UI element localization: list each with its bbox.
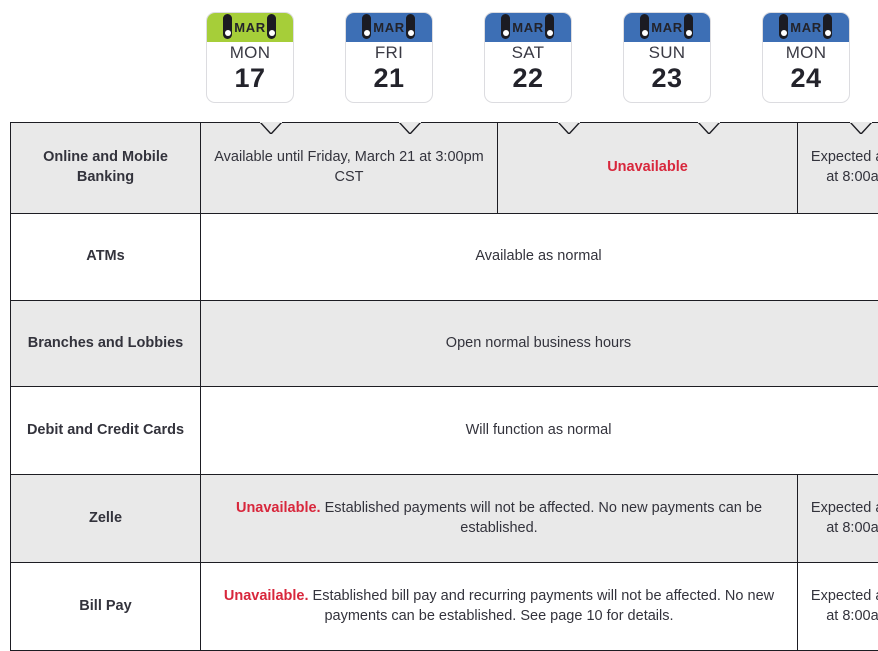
cell-bill-pay-status: Unavailable. Established bill pay and re… bbox=[201, 563, 798, 651]
calendar-card: MAR MON 24 bbox=[762, 12, 850, 103]
status-unavailable: Unavailable. bbox=[236, 500, 321, 516]
pointer-notch-mar22 bbox=[558, 122, 580, 134]
calendar-month-label: MAR bbox=[651, 20, 682, 35]
calendar-month-band: MAR bbox=[763, 13, 849, 42]
calendar-ring-right-icon bbox=[823, 14, 832, 39]
cell-text: Will function as normal bbox=[173, 421, 878, 441]
cell-cards-status: Will function as normal bbox=[201, 387, 878, 475]
table-row-debit-credit-cards: Debit and Credit Cards Will function as … bbox=[11, 387, 878, 475]
cell-text: Established payments will not be affecte… bbox=[321, 500, 762, 536]
cell-online-banking-mar24: Expected availablity at 8:00am CST bbox=[798, 123, 878, 214]
calendar-card: MAR SUN 23 bbox=[623, 12, 711, 103]
cell-text: Available as normal bbox=[173, 247, 878, 267]
row-label-branches-lobbies: Branches and Lobbies bbox=[11, 301, 201, 387]
calendar-ring-right-icon bbox=[684, 14, 693, 39]
calendar-icon-mar-21: MAR FRI 21 bbox=[345, 12, 433, 103]
calendar-month-band: MAR bbox=[346, 13, 432, 42]
status-unavailable: Unavailable. bbox=[224, 588, 309, 604]
cell-zelle-expected: Expected availablity at 8:00am CST bbox=[798, 475, 878, 563]
calendar-month-label: MAR bbox=[512, 20, 543, 35]
calendar-ring-left-icon bbox=[779, 14, 788, 39]
calendar-month-label: MAR bbox=[790, 20, 821, 35]
table-row-online-mobile-banking: Online and Mobile Banking bbox=[11, 123, 878, 214]
calendar-day-number: 21 bbox=[346, 63, 432, 94]
calendar-icon-mar-17: MAR MON 17 bbox=[206, 12, 294, 103]
pointer-notch-mar17 bbox=[260, 122, 282, 134]
calendar-ring-left-icon bbox=[501, 14, 510, 39]
row-label-bill-pay: Bill Pay bbox=[11, 563, 201, 651]
table-row-bill-pay: Bill Pay Unavailable. Established bill p… bbox=[11, 563, 878, 651]
pointer-notch-mar21 bbox=[399, 122, 421, 134]
calendar-ring-left-icon bbox=[223, 14, 232, 39]
pointer-notch-mar24 bbox=[850, 122, 872, 134]
cell-branches-status: Open normal business hours bbox=[201, 301, 878, 387]
cell-online-banking-mar17: Available until Friday, March 21 at 3:00… bbox=[201, 123, 498, 214]
calendar-icon-mar-22: MAR SAT 22 bbox=[484, 12, 572, 103]
cell-text: Available until Friday, March 21 at 3:00… bbox=[214, 149, 483, 185]
table-row-zelle: Zelle Unavailable. Established payments … bbox=[11, 475, 878, 563]
cell-text: Expected availablity at 8:00am CST bbox=[811, 149, 878, 185]
calendar-strip: MAR MON 17 MAR FRI 21 MAR bbox=[0, 0, 878, 118]
service-availability-infographic: MAR MON 17 MAR FRI 21 MAR bbox=[0, 0, 878, 580]
service-status-table: Online and Mobile Banking bbox=[10, 122, 878, 651]
status-unavailable: Unavailable bbox=[607, 159, 688, 175]
calendar-ring-left-icon bbox=[640, 14, 649, 39]
cell-atms-status: Available as normal bbox=[201, 214, 878, 301]
calendar-day-number: 24 bbox=[763, 63, 849, 94]
row-label-debit-credit-cards: Debit and Credit Cards bbox=[11, 387, 201, 475]
row-label-zelle: Zelle bbox=[11, 475, 201, 563]
calendar-ring-right-icon bbox=[545, 14, 554, 39]
calendar-card: MAR FRI 21 bbox=[345, 12, 433, 103]
calendar-day-number: 22 bbox=[485, 63, 571, 94]
table-row-branches-lobbies: Branches and Lobbies Open normal busines… bbox=[11, 301, 878, 387]
cell-zelle-status: Unavailable. Established payments will n… bbox=[201, 475, 798, 563]
calendar-weekday-label: SAT bbox=[485, 43, 571, 63]
cell-text: Expected availablity at 8:00am CST bbox=[811, 588, 878, 624]
calendar-card: MAR MON 17 bbox=[206, 12, 294, 103]
cell-text: Established bill pay and recurring payme… bbox=[309, 588, 775, 624]
calendar-ring-right-icon bbox=[406, 14, 415, 39]
calendar-weekday-label: SUN bbox=[624, 43, 710, 63]
calendar-icon-mar-24: MAR MON 24 bbox=[762, 12, 850, 103]
row-label-online-mobile-banking: Online and Mobile Banking bbox=[11, 123, 201, 214]
calendar-month-label: MAR bbox=[373, 20, 404, 35]
calendar-month-label: MAR bbox=[234, 20, 265, 35]
table-row-atms: ATMs Available as normal bbox=[11, 214, 878, 301]
cell-text: Open normal business hours bbox=[173, 334, 878, 354]
calendar-card: MAR SAT 22 bbox=[484, 12, 572, 103]
calendar-weekday-label: MON bbox=[763, 43, 849, 63]
calendar-month-band: MAR bbox=[207, 13, 293, 42]
calendar-month-band: MAR bbox=[624, 13, 710, 42]
calendar-day-number: 17 bbox=[207, 63, 293, 94]
cell-text: Expected availablity at 8:00am CST bbox=[811, 500, 878, 536]
calendar-ring-left-icon bbox=[362, 14, 371, 39]
row-label-atms: ATMs bbox=[11, 214, 201, 301]
cell-bill-pay-expected: Expected availablity at 8:00am CST bbox=[798, 563, 878, 651]
calendar-weekday-label: MON bbox=[207, 43, 293, 63]
pointer-notch-mar23 bbox=[698, 122, 720, 134]
calendar-ring-right-icon bbox=[267, 14, 276, 39]
cell-online-banking-weekend: Unavailable bbox=[498, 123, 798, 214]
calendar-weekday-label: FRI bbox=[346, 43, 432, 63]
calendar-month-band: MAR bbox=[485, 13, 571, 42]
calendar-icon-mar-23: MAR SUN 23 bbox=[623, 12, 711, 103]
calendar-day-number: 23 bbox=[624, 63, 710, 94]
